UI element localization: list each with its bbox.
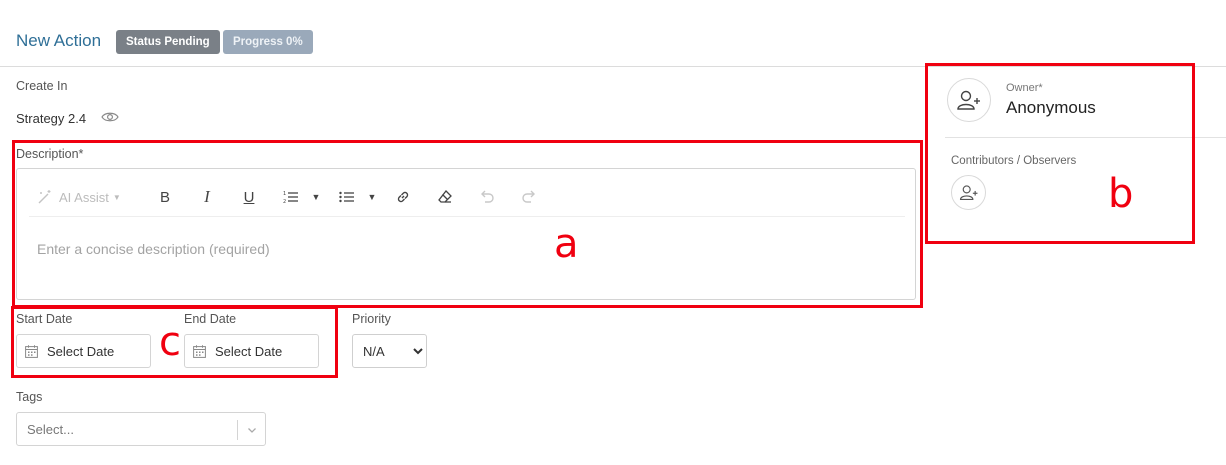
annotation-box-b	[925, 63, 1195, 244]
annotation-label-b: b	[1108, 171, 1134, 217]
page-title: New Action	[16, 31, 102, 50]
create-in-label: Create In	[16, 79, 68, 93]
status-badge: Status Pending	[116, 30, 220, 54]
tags-separator	[237, 420, 238, 440]
eye-icon[interactable]	[101, 110, 119, 124]
create-in-value: Strategy 2.4	[16, 111, 87, 126]
priority-select[interactable]: N/A	[352, 334, 427, 368]
tags-placeholder: Select...	[27, 422, 74, 437]
chevron-down-icon[interactable]	[247, 425, 257, 435]
annotation-box-a	[12, 140, 923, 308]
tags-label: Tags	[16, 390, 43, 404]
progress-badge: Progress 0%	[223, 30, 313, 54]
tags-select[interactable]: Select...	[16, 412, 266, 446]
annotation-label-a: a	[554, 221, 579, 267]
annotation-label-c: c	[159, 319, 181, 365]
priority-label: Priority	[352, 312, 391, 326]
